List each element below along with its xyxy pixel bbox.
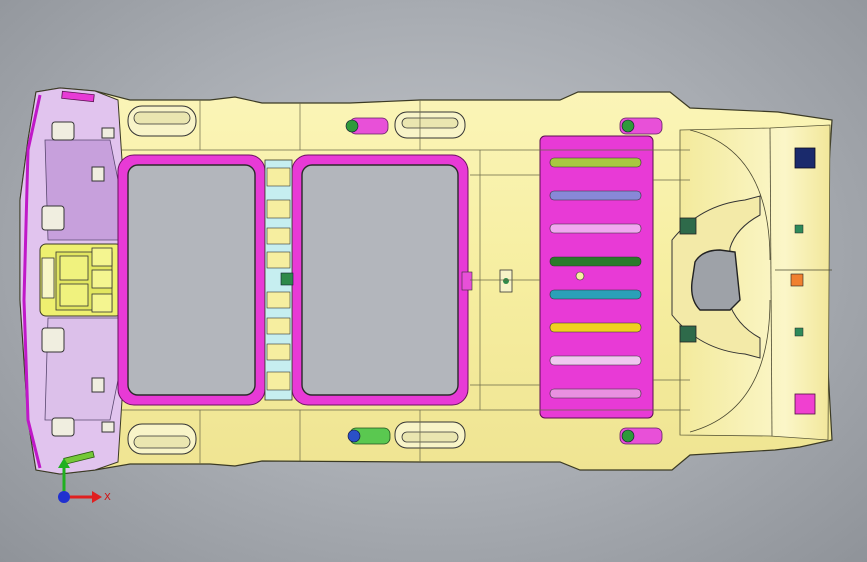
label-stripe bbox=[549, 157, 642, 168]
cad-canvas[interactable]: X bbox=[0, 0, 867, 562]
rear-marker-orange bbox=[790, 273, 804, 287]
z-axis-dot bbox=[58, 491, 70, 503]
label-stripe bbox=[549, 289, 642, 300]
sunroof-frame-rear[interactable] bbox=[291, 154, 469, 406]
label-stripe bbox=[549, 355, 642, 366]
label-stripe bbox=[549, 223, 642, 234]
label-stripe bbox=[549, 322, 642, 333]
x-axis-label: X bbox=[104, 492, 111, 503]
panel-pin bbox=[575, 271, 585, 281]
label-stripe bbox=[549, 256, 642, 267]
rear-marker-green-2 bbox=[794, 327, 804, 337]
label-stripe bbox=[549, 388, 642, 399]
label-panel[interactable] bbox=[539, 135, 654, 419]
cad-viewport[interactable]: X bbox=[0, 0, 867, 562]
overhead-console[interactable] bbox=[39, 243, 123, 317]
rear-marker-green bbox=[794, 224, 804, 234]
label-stripe bbox=[549, 190, 642, 201]
rear-marker-pink bbox=[794, 393, 816, 415]
sunroof-crossmember bbox=[264, 159, 294, 401]
sunroof-frame-front[interactable] bbox=[117, 154, 266, 406]
rear-marker-navy bbox=[794, 147, 816, 169]
